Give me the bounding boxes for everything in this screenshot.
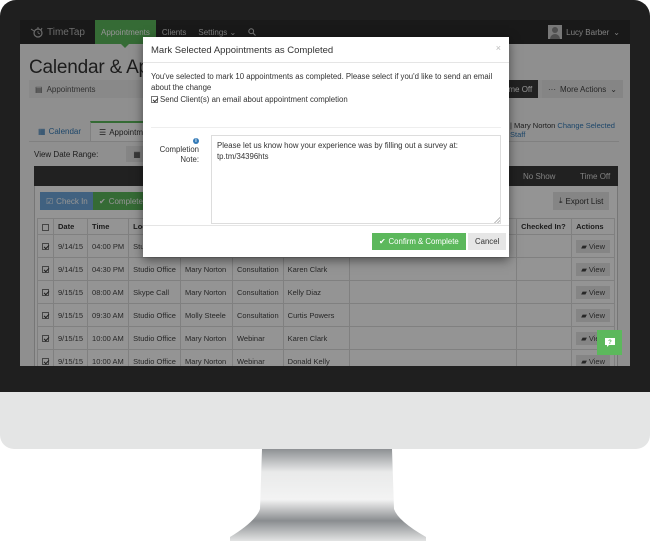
monitor-chin (0, 392, 650, 449)
resize-grip-icon[interactable] (494, 217, 500, 223)
modal-title: Mark Selected Appointments as Completed (151, 45, 334, 56)
send-email-label: Send Client(s) an email about appointmen… (160, 95, 348, 104)
cancel-label: Cancel (475, 237, 500, 246)
check-icon: ✔ (379, 237, 386, 246)
complete-appointments-modal: Mark Selected Appointments as Completed … (143, 37, 509, 257)
help-chat-icon: ? (604, 338, 615, 347)
send-email-checkbox[interactable] (151, 96, 158, 103)
close-icon[interactable]: × (496, 43, 501, 53)
note-label-line2: Note: (180, 155, 199, 164)
completion-note-label: i Completion Note: (151, 135, 199, 165)
info-icon[interactable]: i (193, 138, 199, 144)
monitor-mockup: TimeTap Appointments Clients Settings ⌄ … (0, 0, 650, 541)
svg-text:?: ? (608, 340, 612, 346)
confirm-complete-button[interactable]: ✔ Confirm & Complete (372, 233, 466, 250)
confirm-label: Confirm & Complete (388, 237, 459, 246)
divider (151, 127, 501, 128)
send-email-option[interactable]: Send Client(s) an email about appointmen… (151, 95, 501, 104)
note-label-line1: Completion (159, 145, 199, 154)
modal-body: You've selected to mark 10 appointments … (143, 63, 509, 225)
monitor-stand (230, 449, 426, 541)
modal-message: You've selected to mark 10 appointments … (151, 72, 493, 92)
modal-footer: ✔ Confirm & Complete Cancel (143, 225, 509, 257)
app-screen: TimeTap Appointments Clients Settings ⌄ … (20, 20, 630, 366)
cancel-button[interactable]: Cancel (468, 233, 507, 250)
help-chat-button[interactable]: ? (597, 330, 622, 355)
completion-note-textarea[interactable] (211, 135, 501, 224)
modal-header: Mark Selected Appointments as Completed … (143, 37, 509, 63)
